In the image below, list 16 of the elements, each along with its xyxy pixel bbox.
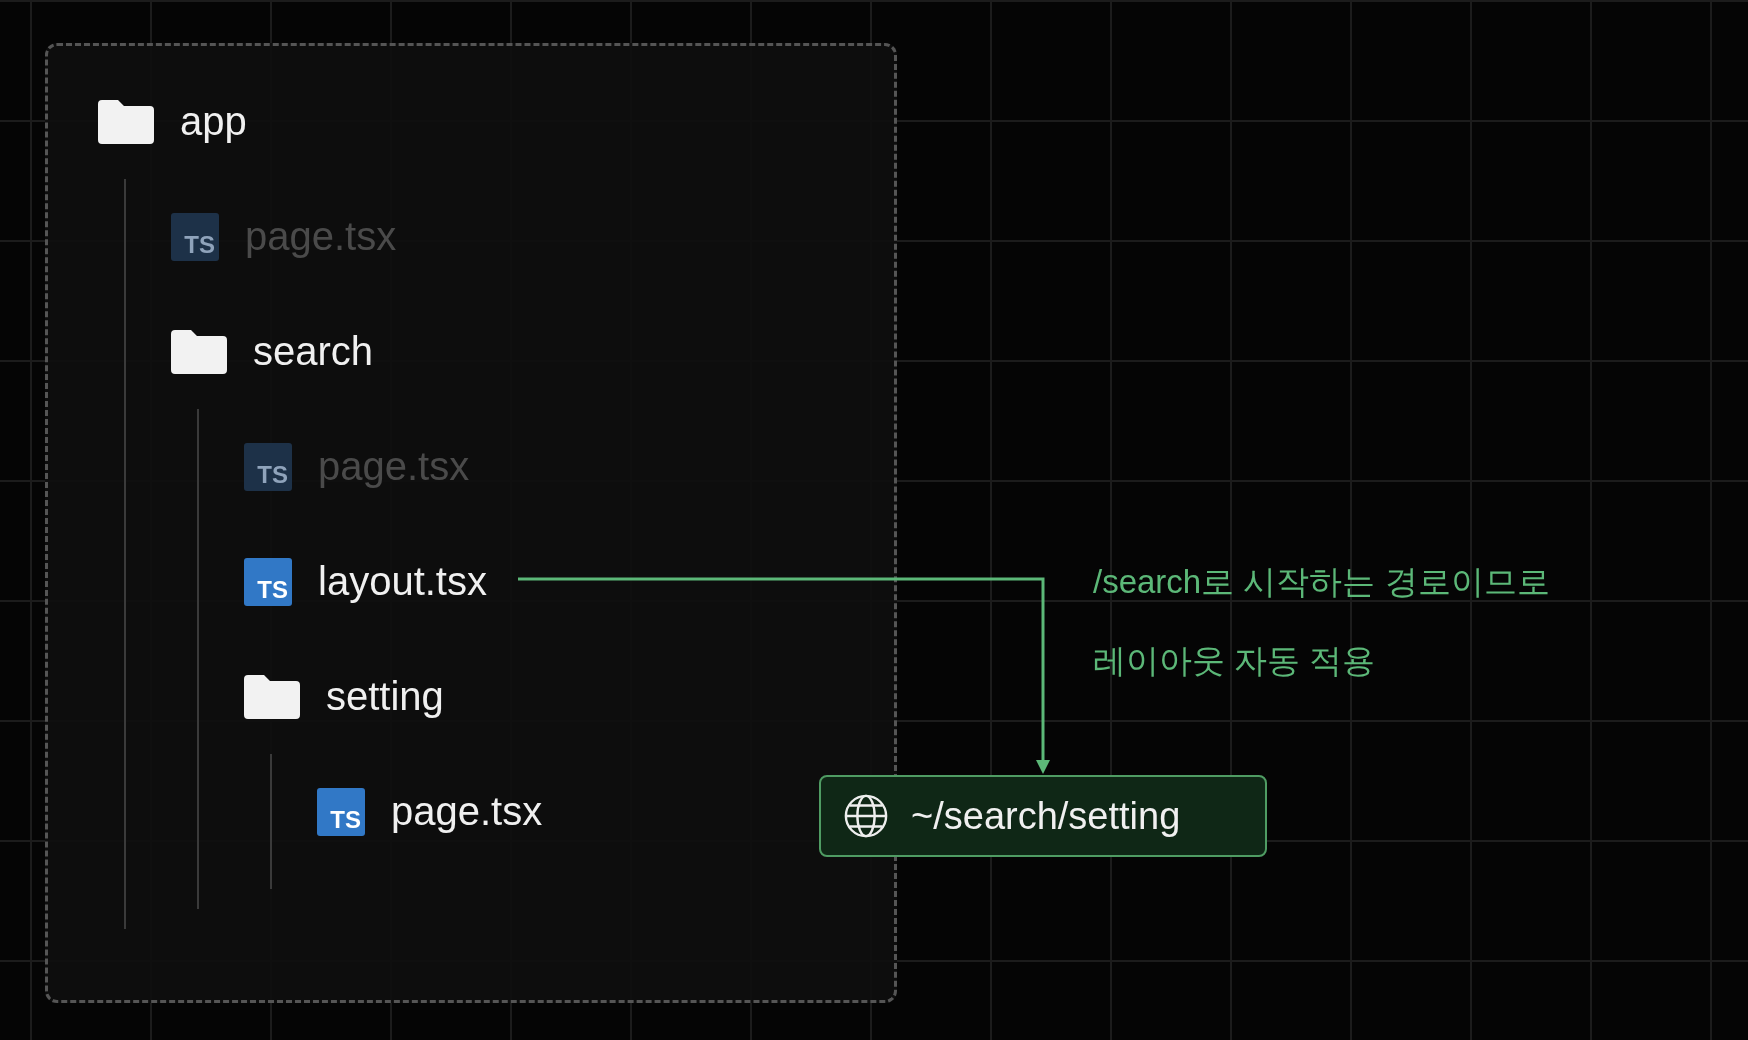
folder-icon bbox=[171, 329, 227, 374]
folder-name[interactable]: setting bbox=[326, 674, 444, 719]
folder-name[interactable]: search bbox=[253, 329, 374, 374]
typescript-file-badge: TS bbox=[317, 787, 365, 836]
folder-icon bbox=[244, 674, 300, 719]
file-name[interactable]: layout.tsx bbox=[318, 559, 487, 604]
annotation-text: /search로 시작하는 경로이므로 bbox=[1093, 562, 1550, 602]
file-name[interactable]: page.tsx bbox=[391, 789, 543, 834]
folder-icon bbox=[98, 99, 154, 144]
annotation-text: 레이아웃 자동 적용 bbox=[1093, 641, 1377, 681]
typescript-file-badge: TS bbox=[171, 212, 219, 261]
typescript-file-badge: TS bbox=[244, 442, 292, 491]
globe-icon bbox=[843, 793, 889, 839]
url-text: ~/search/setting bbox=[911, 794, 1181, 838]
typescript-file-badge: TS bbox=[244, 557, 292, 606]
folder-name[interactable]: app bbox=[180, 99, 247, 144]
